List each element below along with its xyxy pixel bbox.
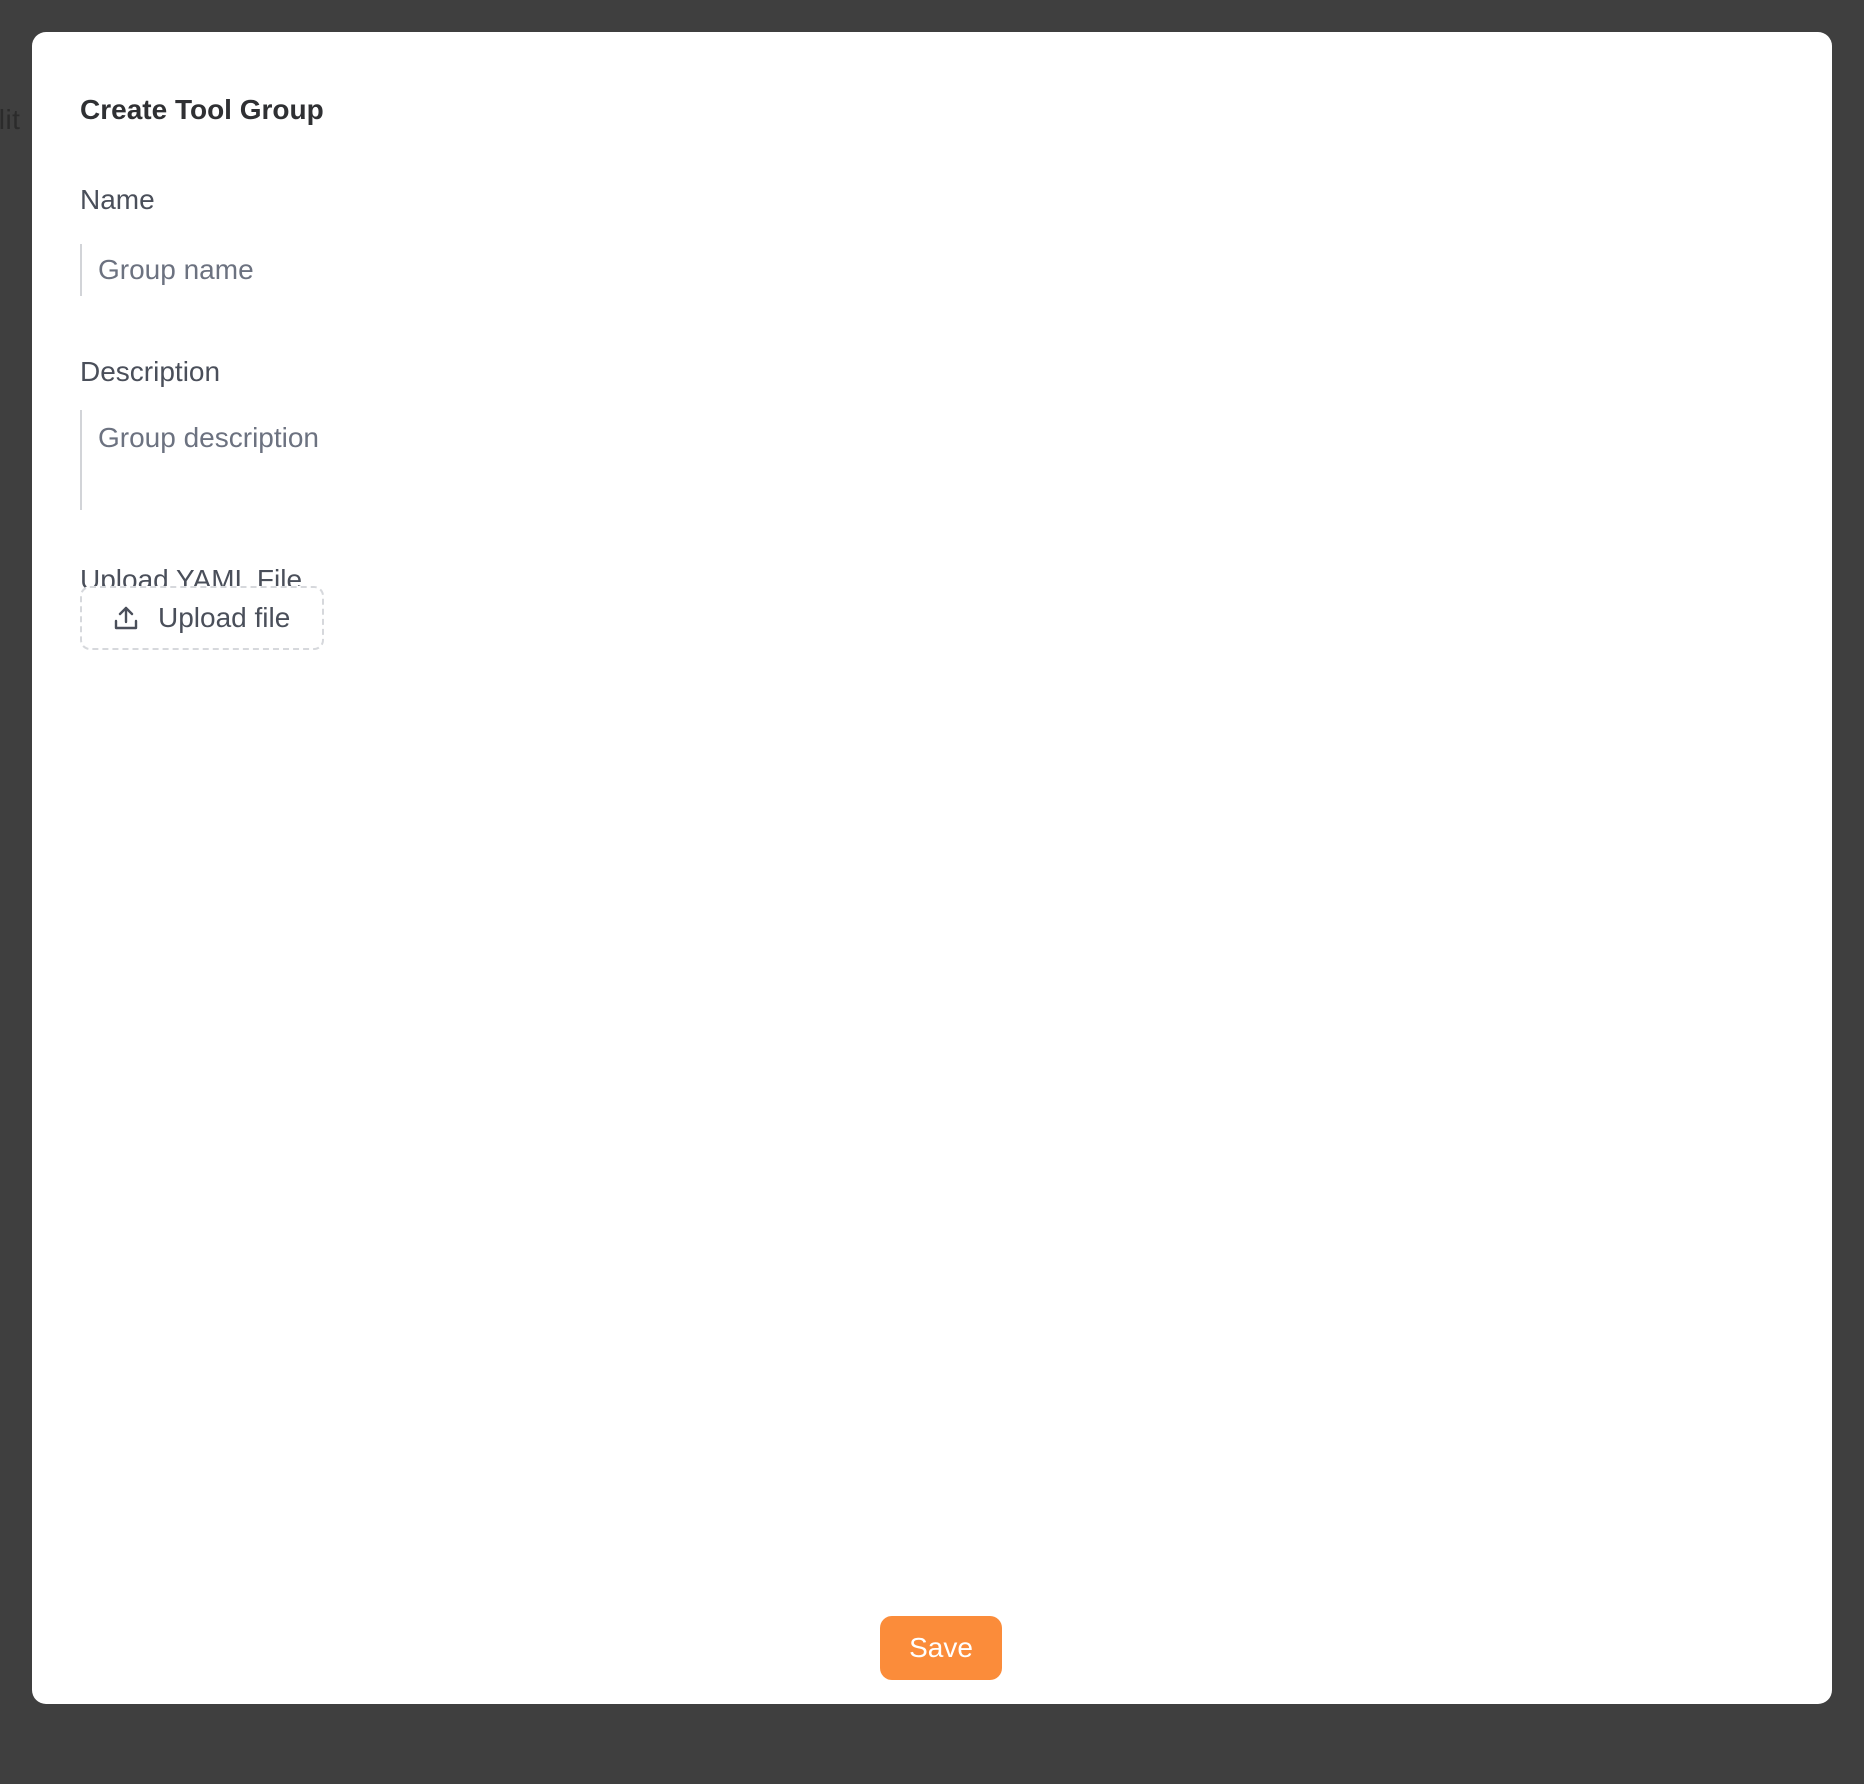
create-tool-group-dialog: Create Tool Group Name Description Uploa… [32, 32, 1832, 1704]
upload-file-label: Upload file [158, 602, 291, 633]
description-label: Description [80, 356, 221, 387]
backdrop-partial-text: ilit [0, 104, 21, 135]
upload-file-button[interactable]: Upload file [80, 586, 324, 650]
group-description-input[interactable] [80, 410, 1780, 510]
name-label: Name [80, 184, 155, 215]
dialog-title: Create Tool Group [80, 94, 324, 125]
upload-icon [112, 604, 140, 632]
save-button[interactable]: Save [880, 1616, 1002, 1680]
group-name-input[interactable] [80, 244, 1780, 296]
